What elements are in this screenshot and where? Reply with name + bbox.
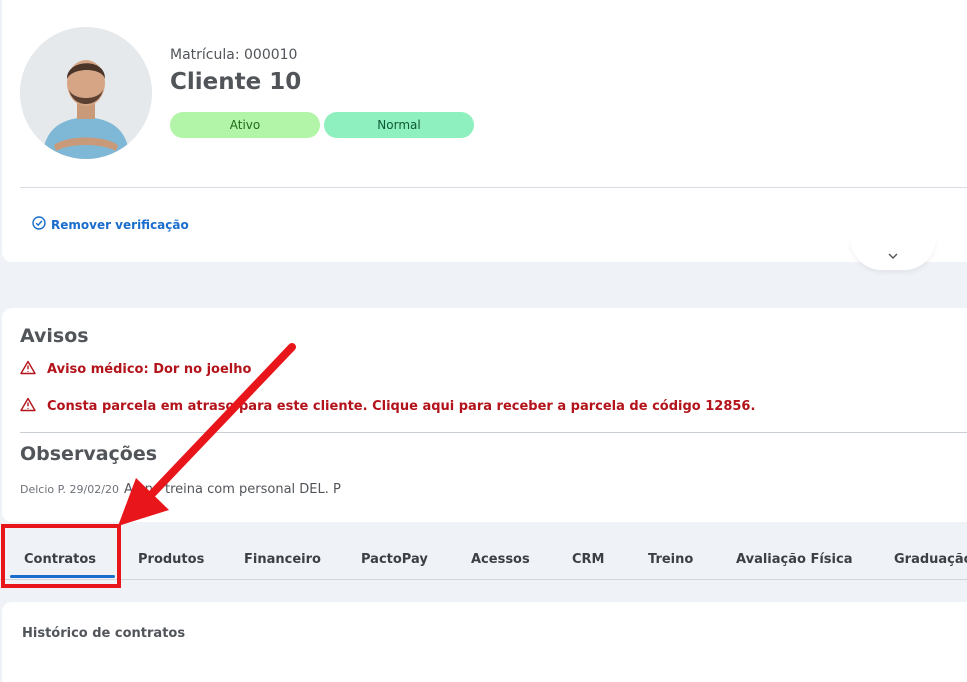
contract-history-title: Histórico de contratos: [22, 626, 186, 641]
client-tabs: Contratos Produtos Financeiro PactoPay A…: [0, 522, 967, 580]
observation-entry: Delcio P. 29/02/20 Aluno treina com pers…: [20, 482, 341, 497]
remove-verification-label: Remover verificação: [51, 217, 189, 232]
tab-produtos[interactable]: Produtos: [138, 552, 204, 567]
tab-graduacao[interactable]: Graduação: [894, 552, 967, 567]
notice-medical: Aviso médico: Dor no joelho: [20, 360, 251, 379]
divider: [20, 432, 967, 433]
tab-pactopay[interactable]: PactoPay: [361, 552, 428, 567]
status-badge-active: Ativo: [170, 112, 320, 138]
warning-triangle-icon: [20, 397, 36, 416]
notices-card: Avisos Aviso médico: Dor no joelho Const…: [2, 308, 967, 522]
divider: [20, 187, 967, 188]
notice-text: Consta parcela em atraso para este clien…: [47, 399, 756, 414]
tab-treino[interactable]: Treino: [648, 552, 693, 567]
remove-verification-link[interactable]: Remover verificação: [32, 216, 189, 233]
client-avatar: [20, 27, 152, 159]
tab-crm[interactable]: CRM: [572, 552, 605, 567]
status-badge-normal: Normal: [324, 112, 474, 138]
client-registration-number: Matrícula: 000010: [170, 47, 298, 63]
notices-title: Avisos: [20, 325, 89, 347]
expand-profile-button[interactable]: [850, 238, 936, 270]
client-profile-card: Matrícula: 000010 Cliente 10 Ativo Norma…: [2, 0, 967, 270]
chevron-down-icon: [887, 245, 899, 264]
observation-text: Aluno treina com personal DEL. P: [123, 482, 341, 497]
warning-triangle-icon: [20, 360, 36, 379]
tab-avaliacao-fisica[interactable]: Avaliação Física: [736, 552, 852, 567]
contract-history-card: Histórico de contratos: [2, 602, 967, 682]
notice-text: Aviso médico: Dor no joelho: [47, 362, 252, 377]
check-circle-icon: [32, 216, 46, 233]
observations-title: Observações: [20, 443, 158, 465]
client-name: Cliente 10: [170, 69, 302, 95]
notice-overdue-installment[interactable]: Consta parcela em atraso para este clien…: [20, 397, 755, 416]
annotation-highlight-box: [1, 524, 121, 588]
tab-financeiro[interactable]: Financeiro: [244, 552, 321, 567]
observation-author-date: Delcio P. 29/02/20: [20, 483, 119, 496]
tabs-divider: [0, 579, 967, 580]
tab-acessos[interactable]: Acessos: [471, 552, 530, 567]
